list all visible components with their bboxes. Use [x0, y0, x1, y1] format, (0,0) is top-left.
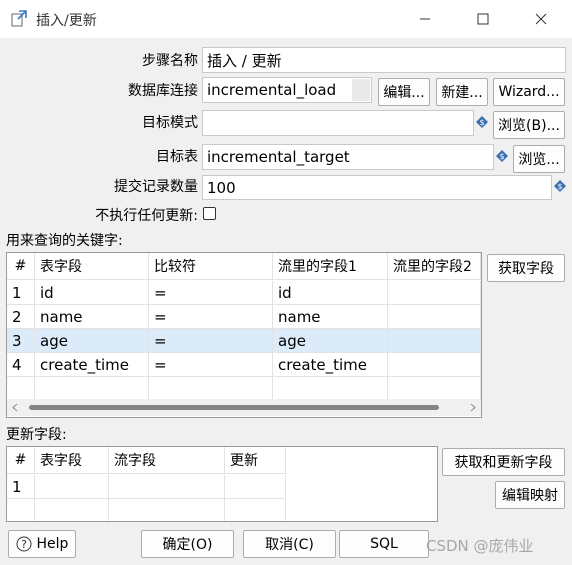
column-header[interactable]: 更新	[225, 447, 286, 474]
no-update-label: 不执行任何更新:	[95, 208, 198, 224]
cancel-button[interactable]: 取消(C)	[243, 530, 336, 558]
target-table-input[interactable]: incremental_target	[202, 144, 494, 170]
update-section-label: 更新字段:	[6, 427, 67, 443]
chevron-down-icon[interactable]	[352, 79, 370, 101]
step-name-input[interactable]: 插入 / 更新	[202, 47, 566, 73]
table-field-cell[interactable]	[35, 475, 109, 499]
db-connection-select[interactable]: incremental_load	[202, 77, 372, 103]
watermark: CSDN @庞伟业	[426, 537, 534, 555]
no-update-checkbox[interactable]	[203, 207, 216, 220]
scroll-left-icon[interactable]	[11, 403, 19, 412]
get-fields-button[interactable]: 获取字段	[487, 254, 565, 282]
row-number-header: #	[7, 447, 35, 474]
table-row[interactable]: 1 id = id	[7, 281, 481, 305]
comparator-cell[interactable]: =	[149, 329, 273, 353]
variable-icon: $	[554, 180, 566, 192]
column-header[interactable]: 比较符	[149, 253, 273, 280]
scroll-right-icon[interactable]	[469, 403, 477, 412]
help-icon: ?	[16, 536, 32, 552]
target-schema-label: 目标模式	[142, 115, 198, 131]
help-button[interactable]: ? Help	[8, 530, 76, 558]
insert-update-icon	[11, 10, 27, 27]
svg-text:?: ?	[21, 538, 27, 551]
variable-icon: $	[476, 116, 488, 128]
column-header[interactable]: 表字段	[35, 447, 109, 474]
stream-field1-cell[interactable]: name	[273, 305, 388, 329]
table-field-cell[interactable]: id	[35, 281, 149, 305]
minimize-button[interactable]	[396, 0, 454, 38]
keys-table: # 表字段 比较符 流里的字段1 流里的字段2 1 id = id 2 name…	[6, 252, 482, 418]
table-row-selected[interactable]: 3 age = age	[7, 329, 481, 353]
variable-icon: $	[496, 150, 508, 162]
stream-field1-cell[interactable]: age	[273, 329, 388, 353]
step-name-label: 步骤名称	[142, 53, 198, 69]
table-row-empty	[7, 499, 286, 521]
column-header[interactable]: 流字段	[109, 447, 225, 474]
ok-button[interactable]: 确定(O)	[141, 530, 234, 558]
row-number: 4	[7, 353, 35, 377]
target-schema-input[interactable]	[202, 110, 474, 136]
update-table: # 表字段 流字段 更新 1	[6, 446, 438, 522]
stream-field1-cell[interactable]: id	[273, 281, 388, 305]
db-connection-label: 数据库连接	[128, 83, 198, 99]
stream-field2-cell[interactable]	[388, 305, 481, 329]
column-header[interactable]: 流里的字段2	[388, 253, 481, 280]
svg-text:$: $	[557, 182, 562, 191]
row-number: 2	[7, 305, 35, 329]
update-flag-cell[interactable]	[225, 475, 286, 499]
table-field-cell[interactable]: name	[35, 305, 149, 329]
get-update-fields-button[interactable]: 获取和更新字段	[442, 448, 565, 476]
comparator-cell[interactable]: =	[149, 353, 273, 377]
column-header[interactable]: 表字段	[35, 253, 149, 280]
maximize-icon	[477, 13, 489, 25]
table-row[interactable]: 4 create_time = create_time	[7, 353, 481, 377]
row-number: 1	[7, 281, 35, 305]
close-button[interactable]	[512, 0, 570, 38]
row-number: 3	[7, 329, 35, 353]
help-label: Help	[36, 536, 69, 552]
svg-text:$: $	[479, 118, 484, 127]
stream-field2-cell[interactable]	[388, 329, 481, 353]
table-header: # 表字段 流字段 更新	[7, 447, 286, 474]
target-table-label: 目标表	[156, 149, 198, 165]
table-row[interactable]: 2 name = name	[7, 305, 481, 329]
table-header: # 表字段 比较符 流里的字段1 流里的字段2	[7, 253, 481, 280]
maximize-button[interactable]	[454, 0, 512, 38]
keys-section-label: 用来查询的关键字:	[6, 233, 123, 249]
table-row[interactable]: 1	[7, 475, 286, 499]
browse-table-button[interactable]: 浏览...	[513, 145, 565, 173]
stream-field2-cell[interactable]	[388, 281, 481, 305]
comparator-cell[interactable]: =	[149, 281, 273, 305]
minimize-icon	[420, 18, 430, 20]
close-icon	[535, 13, 547, 25]
scrollbar-thumb[interactable]	[29, 405, 439, 410]
column-header[interactable]: 流里的字段1	[273, 253, 388, 280]
comparator-cell[interactable]: =	[149, 305, 273, 329]
table-field-cell[interactable]: create_time	[35, 353, 149, 377]
new-connection-button[interactable]: 新建...	[436, 78, 488, 106]
row-number-header: #	[7, 253, 35, 280]
row-number: 1	[7, 475, 35, 499]
stream-field2-cell[interactable]	[388, 353, 481, 377]
edit-mapping-button[interactable]: 编辑映射	[495, 481, 565, 509]
table-field-cell[interactable]: age	[35, 329, 149, 353]
edit-connection-button[interactable]: 编辑...	[378, 78, 430, 106]
horizontal-scrollbar[interactable]	[7, 399, 481, 416]
table-row-empty	[7, 377, 481, 401]
wizard-button[interactable]: Wizard...	[493, 78, 565, 106]
commit-size-label: 提交记录数量	[114, 179, 198, 195]
stream-field1-cell[interactable]: create_time	[273, 353, 388, 377]
title-bar: 插入/更新	[0, 0, 572, 38]
commit-size-input[interactable]: 100	[202, 175, 552, 200]
stream-field-cell[interactable]	[109, 475, 225, 499]
window-title: 插入/更新	[36, 13, 97, 29]
browse-schema-button[interactable]: 浏览(B)...	[493, 111, 565, 139]
sql-button[interactable]: SQL	[339, 530, 429, 558]
svg-text:$: $	[499, 152, 504, 161]
